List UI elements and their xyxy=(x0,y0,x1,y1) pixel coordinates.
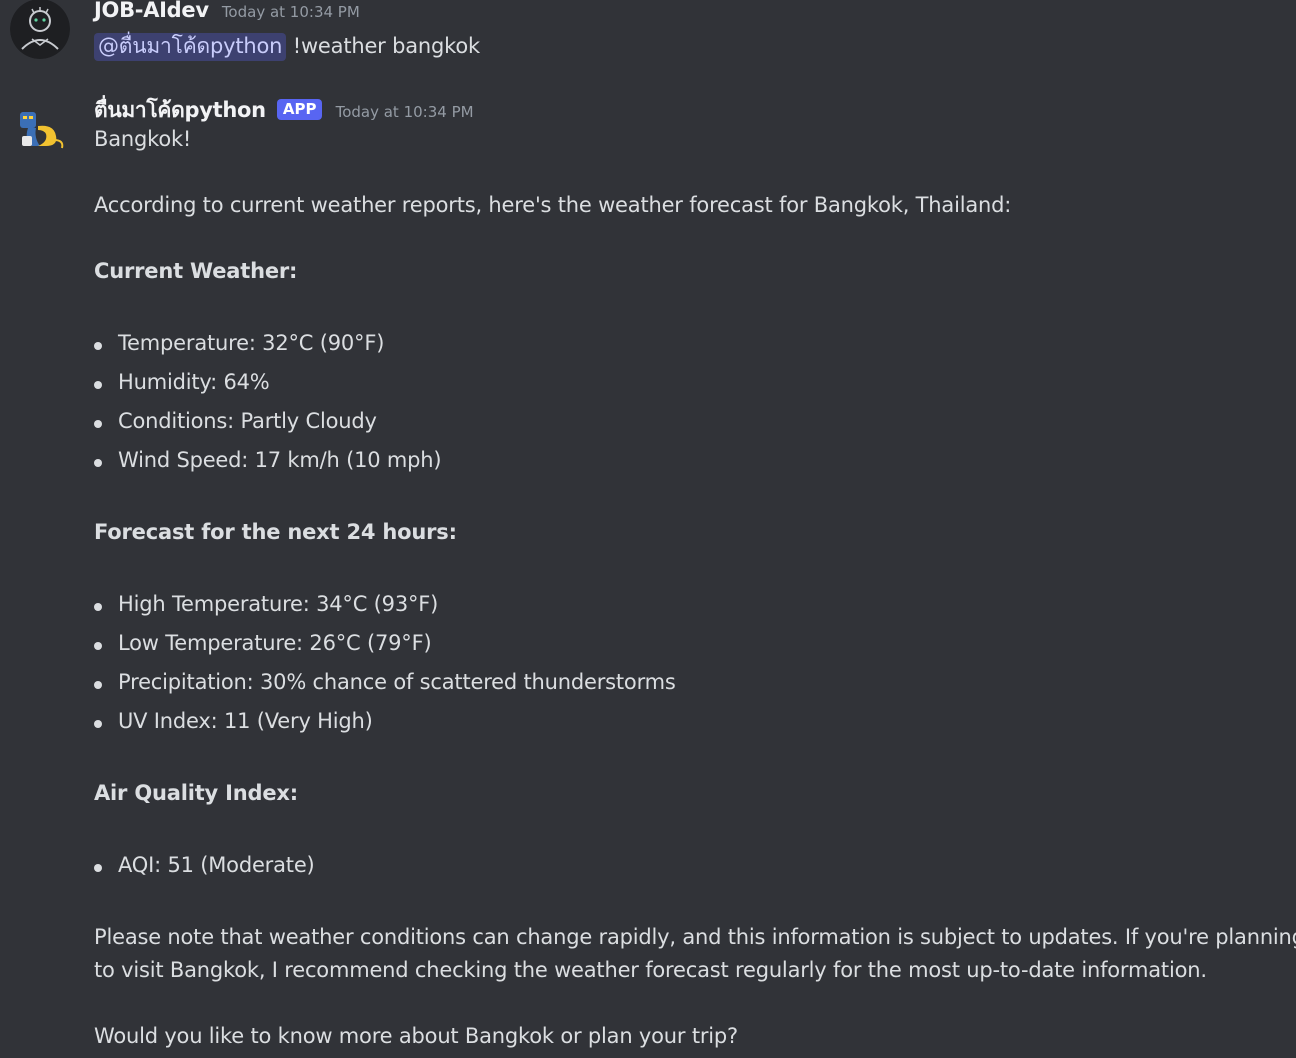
bullet-icon xyxy=(94,720,102,728)
note-text-line-1: Please note that weather conditions can … xyxy=(94,925,1296,949)
list-item-text: Wind Speed: 17 km/h (10 mph) xyxy=(118,448,442,472)
message-timestamp[interactable]: Today at 10:34 PM xyxy=(222,3,360,21)
message-content: @ตื่นมาโค้ดpython !weather bangkok xyxy=(94,30,480,63)
list-item-text: UV Index: 11 (Very High) xyxy=(118,709,373,733)
author-name[interactable]: ตื่นมาโค้ดpython xyxy=(94,98,266,122)
list-item-text: Precipitation: 30% chance of scattered t… xyxy=(118,670,676,694)
author-name[interactable]: JOB-AIdev xyxy=(94,0,209,22)
section-heading-aqi: Air Quality Index: xyxy=(94,781,298,805)
bullet-icon xyxy=(94,459,102,467)
bot-avatar-icon[interactable] xyxy=(10,100,70,160)
chat-log: JOB-AIdev Today at 10:34 PM @ตื่นมาโค้ดp… xyxy=(0,0,1296,1058)
list-item-text: Low Temperature: 26°C (79°F) xyxy=(118,631,432,655)
bullet-icon xyxy=(94,642,102,650)
intro-text: According to current weather reports, he… xyxy=(94,193,1012,217)
list-item-text: Humidity: 64% xyxy=(118,370,270,394)
greeting-text: Bangkok! xyxy=(94,127,192,151)
bullet-icon xyxy=(94,603,102,611)
bullet-icon xyxy=(94,342,102,350)
user-mention[interactable]: @ตื่นมาโค้ดpython xyxy=(94,33,287,61)
message-timestamp[interactable]: Today at 10:34 PM xyxy=(336,103,474,121)
user-avatar-icon[interactable] xyxy=(10,0,70,59)
list-item-text: High Temperature: 34°C (93°F) xyxy=(118,592,439,616)
list-item-text: AQI: 51 (Moderate) xyxy=(118,853,315,877)
bullet-icon xyxy=(94,864,102,872)
section-heading-forecast: Forecast for the next 24 hours: xyxy=(94,520,457,544)
section-heading-current: Current Weather: xyxy=(94,259,298,283)
list-item-text: Conditions: Partly Cloudy xyxy=(118,409,377,433)
bullet-icon xyxy=(94,420,102,428)
list-item-text: Temperature: 32°C (90°F) xyxy=(118,331,385,355)
command-text: !weather bangkok xyxy=(286,34,480,58)
app-badge: APP xyxy=(276,99,323,120)
closing-text: Would you like to know more about Bangko… xyxy=(94,1024,738,1048)
bullet-icon xyxy=(94,381,102,389)
bullet-icon xyxy=(94,681,102,689)
note-text-line-2: to visit Bangkok, I recommend checking t… xyxy=(94,958,1207,982)
